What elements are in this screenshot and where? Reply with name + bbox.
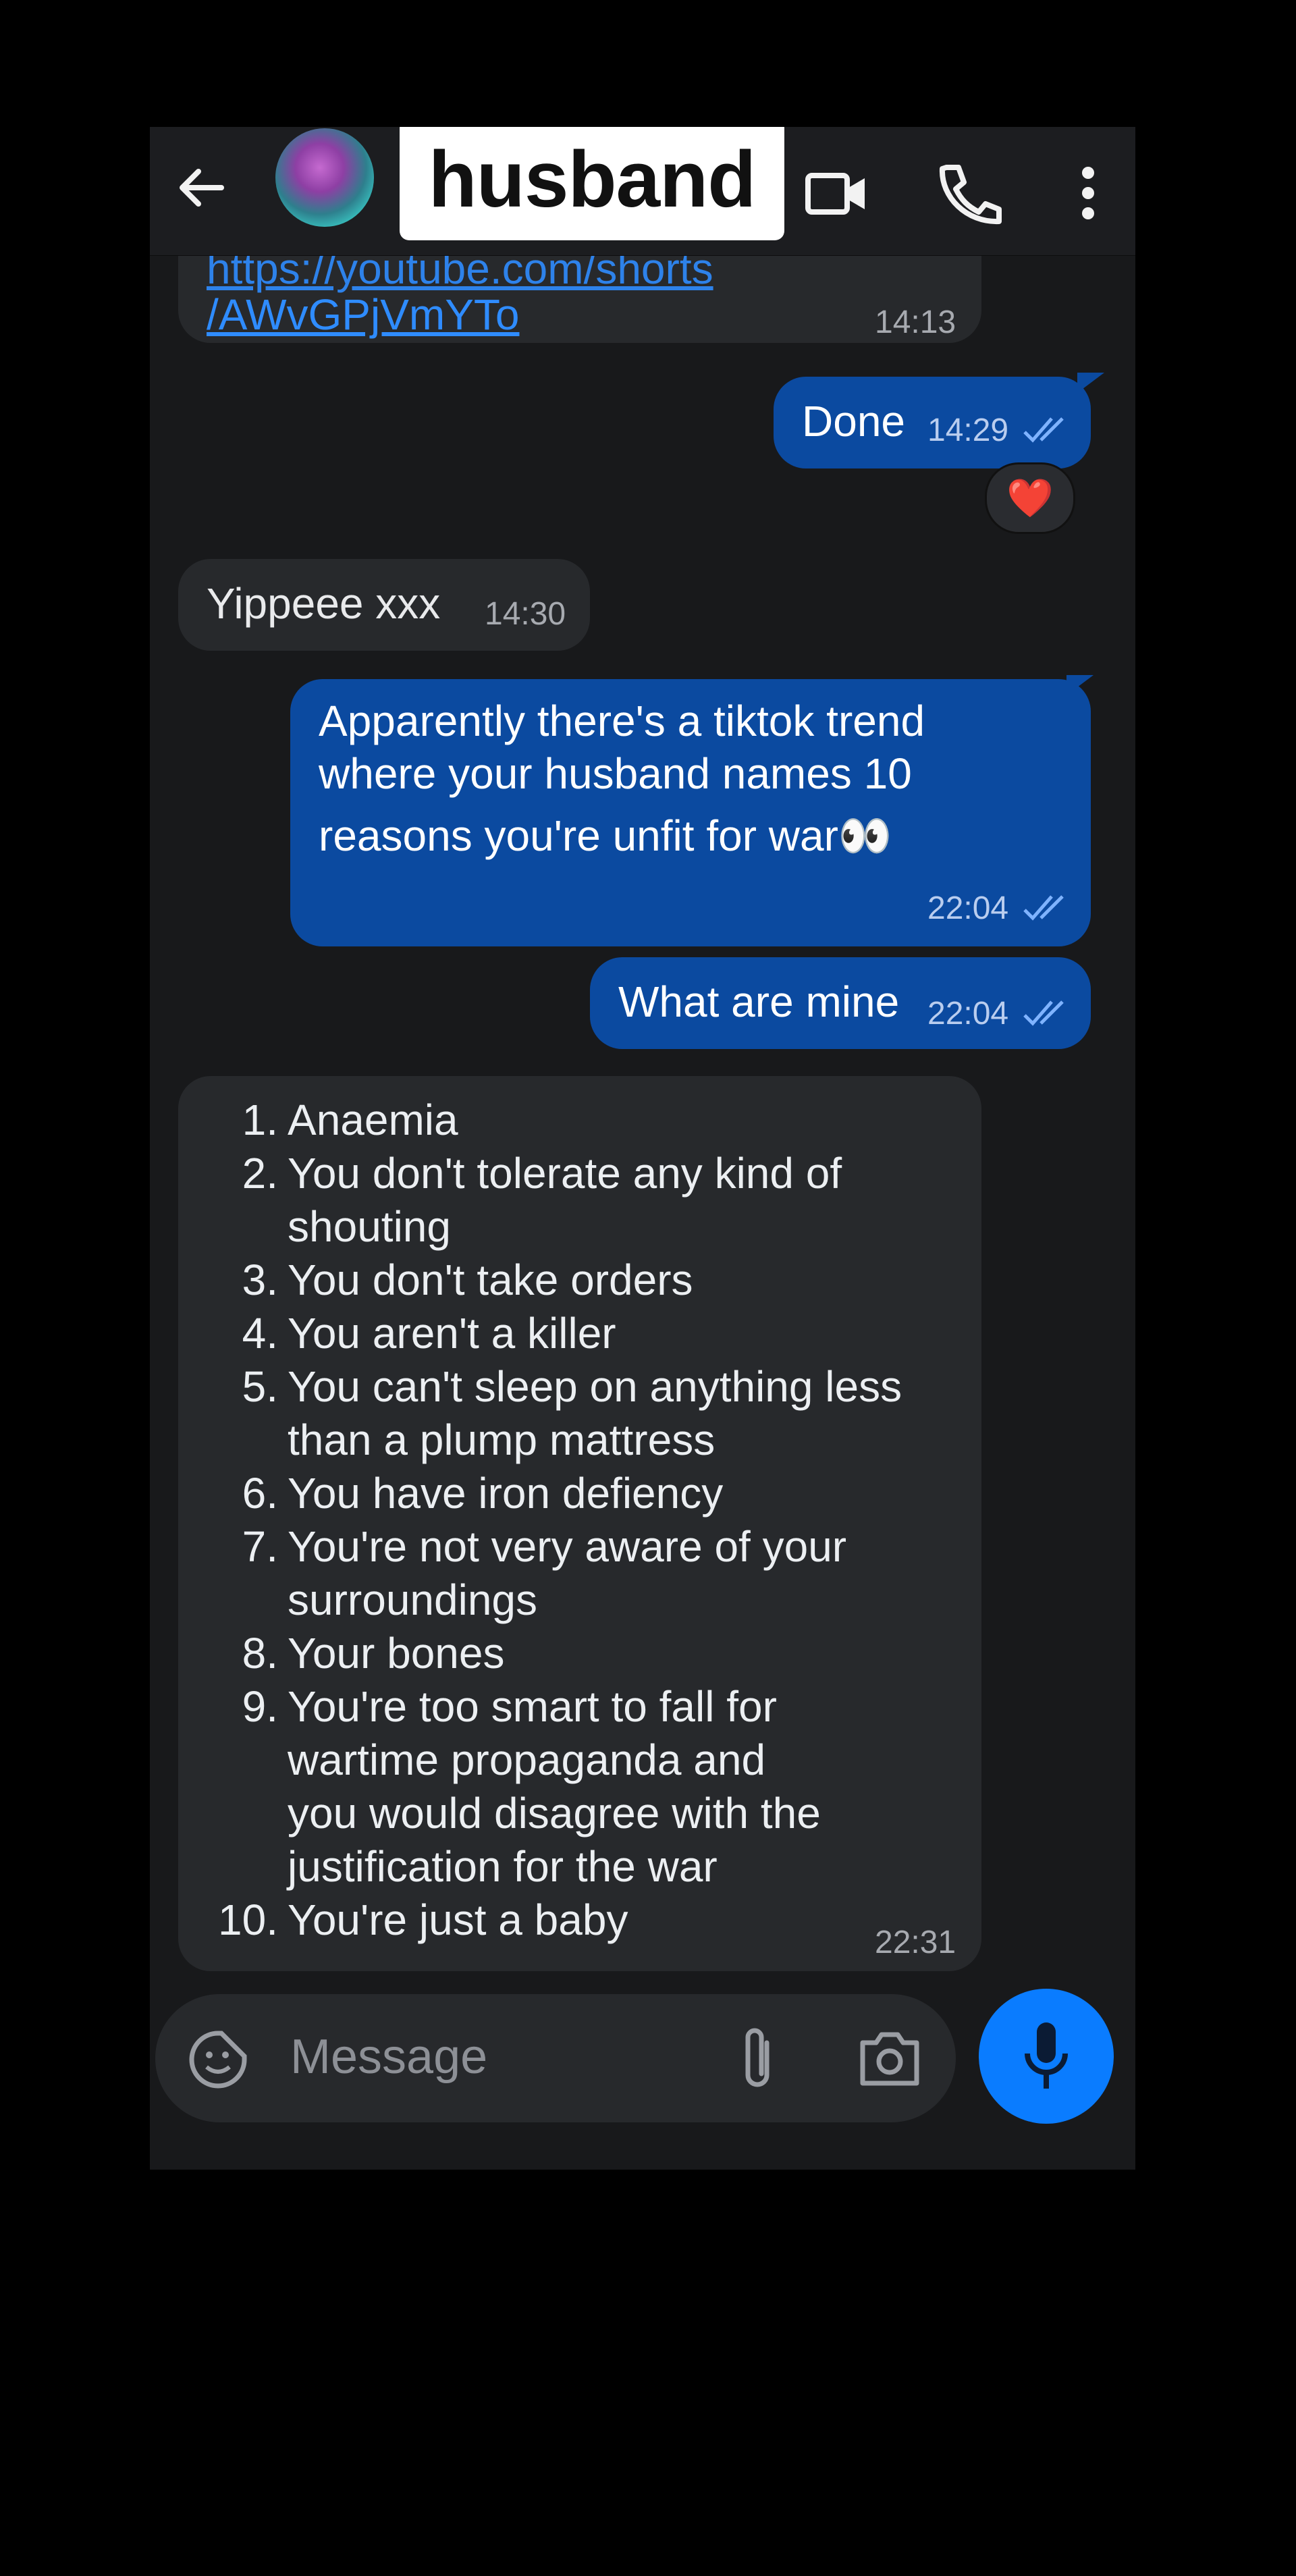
camera-icon[interactable] xyxy=(857,2028,922,2089)
message-list[interactable]: https://youtube.com/shorts /AWvGPjVmYTo … xyxy=(150,127,1135,1971)
paperclip-icon[interactable] xyxy=(734,2022,782,2094)
avatar[interactable] xyxy=(275,128,374,227)
reaction-badge[interactable]: ❤️ xyxy=(985,462,1075,534)
phone-icon[interactable] xyxy=(926,153,1007,234)
contact-name: husband xyxy=(428,135,757,224)
message-text-line2: where your husband names 10 xyxy=(319,749,912,798)
microphone-icon xyxy=(1025,2022,1068,2089)
message-text: Done xyxy=(802,397,905,446)
heart-reaction: ❤️ xyxy=(1006,477,1054,519)
message-time: 14:13 xyxy=(875,304,956,340)
sticker-icon[interactable] xyxy=(188,2029,248,2090)
message-outgoing[interactable]: Done 14:29 xyxy=(774,373,1104,468)
message-time: 14:30 xyxy=(485,596,566,632)
contact-name-label[interactable]: husband xyxy=(400,127,784,240)
chat-screen: https://youtube.com/shorts /AWvGPjVmYTo … xyxy=(150,127,1135,2170)
read-receipt-icon xyxy=(1023,1000,1064,1026)
message-text: What are mine xyxy=(618,977,900,1026)
bubble-tail xyxy=(1077,373,1104,393)
message-input[interactable]: Message xyxy=(290,2029,487,2085)
message-text-line3: reasons you're unfit for war👀 xyxy=(319,811,892,860)
message-text-line1: Apparently there's a tiktok trend xyxy=(319,697,925,745)
chat-header: husband xyxy=(150,127,1135,256)
bubble-tail xyxy=(1066,675,1094,695)
message-composer[interactable]: Message xyxy=(155,1994,956,2122)
message-outgoing[interactable]: Apparently there's a tiktok trend where … xyxy=(290,675,1094,946)
more-vertical-icon[interactable] xyxy=(1054,153,1122,234)
message-incoming-list[interactable]: 1. Anaemia 2. You don't tolerate any kind … xyxy=(178,1076,981,1971)
message-link-line2[interactable]: /AWvGPjVmYTo xyxy=(207,288,519,342)
message-time: 14:29 xyxy=(927,412,1009,448)
arrow-left-icon[interactable] xyxy=(167,154,235,221)
message-time: 22:04 xyxy=(927,890,1009,926)
record-voice-button[interactable] xyxy=(979,1989,1114,2124)
video-camera-icon[interactable] xyxy=(794,153,875,234)
message-incoming[interactable]: Yippeee xxx 14:30 xyxy=(178,559,590,651)
read-receipt-icon xyxy=(1023,417,1064,443)
message-time: 22:31 xyxy=(875,1925,956,1960)
message-outgoing[interactable]: What are mine 22:04 xyxy=(590,957,1091,1049)
message-text: Yippeee xxx xyxy=(207,579,441,628)
message-time: 22:04 xyxy=(927,996,1009,1031)
read-receipt-icon xyxy=(1023,895,1064,921)
